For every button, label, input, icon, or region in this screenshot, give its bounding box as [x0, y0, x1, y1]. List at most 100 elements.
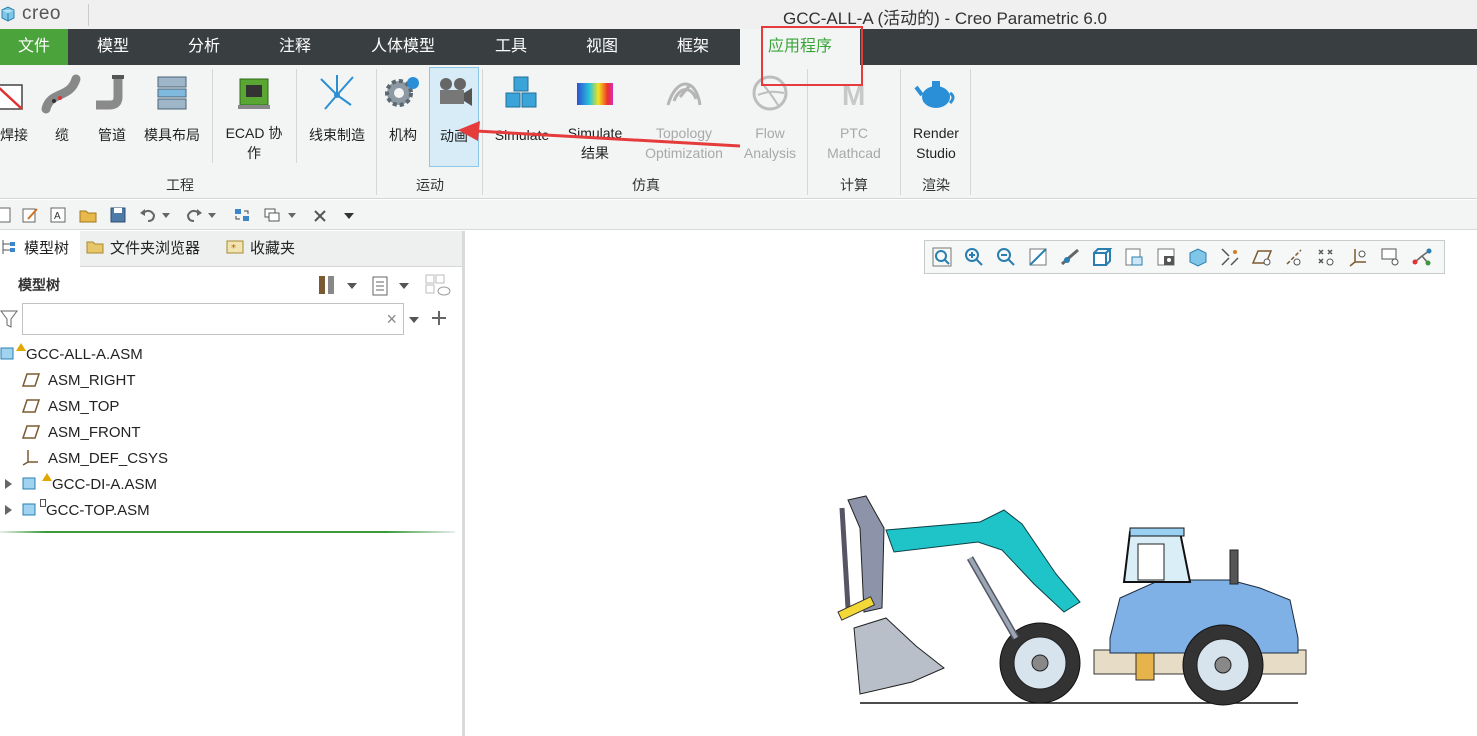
save-icon[interactable]: [108, 205, 128, 225]
cable-button[interactable]: 缆: [40, 67, 84, 169]
mechanism-label: 机构: [389, 127, 417, 143]
cable-icon: [41, 74, 81, 114]
render-studio-button[interactable]: Render Studio: [904, 67, 968, 169]
mold-layout-button[interactable]: 模具布局: [140, 67, 204, 169]
tab-annotate[interactable]: 注释: [258, 29, 332, 65]
tree-filter-hide-icon[interactable]: [424, 273, 452, 299]
tab-model[interactable]: 模型: [76, 29, 150, 65]
zoom-in-icon[interactable]: [963, 246, 985, 268]
edit-icon[interactable]: [20, 205, 40, 225]
tab-tools[interactable]: 工具: [474, 29, 548, 65]
undo-dropdown-icon[interactable]: [160, 205, 172, 225]
text-icon[interactable]: A: [48, 205, 68, 225]
group-separator: [212, 69, 213, 163]
annotation-highlight-box: [761, 26, 863, 86]
tree-item-asm-top[interactable]: ASM_TOP: [21, 395, 120, 419]
tree-item-asm-front[interactable]: ASM_FRONT: [21, 421, 141, 445]
spin-center-icon[interactable]: [1411, 246, 1433, 268]
plane-display-icon[interactable]: [1251, 246, 1273, 268]
search-dropdown-icon[interactable]: [408, 315, 420, 325]
datum-plane-icon: [21, 399, 41, 413]
title-bar: creo GCC-ALL-A (活动的) - Creo Parametric 6…: [0, 0, 1477, 29]
new-icon[interactable]: [0, 205, 14, 225]
close-window-icon[interactable]: [310, 205, 330, 225]
svg-text:A: A: [54, 211, 61, 222]
axis-display-icon[interactable]: [1283, 246, 1305, 268]
tab-favorites[interactable]: * 收藏夹: [226, 231, 316, 267]
add-filter-icon[interactable]: [430, 309, 448, 327]
simulate-button[interactable]: Simulate: [488, 67, 556, 169]
settings-dropdown-icon[interactable]: [346, 281, 358, 291]
render-label-1: Render: [913, 125, 959, 141]
redo-icon[interactable]: [184, 205, 204, 225]
tree-item-label: ASM_RIGHT: [48, 372, 136, 389]
piping-button[interactable]: 管道: [90, 67, 134, 169]
tree-item-label: GCC-DI-A.ASM: [52, 476, 157, 493]
animation-button[interactable]: 动画: [429, 67, 479, 167]
group-label-motion: 运动: [416, 177, 444, 193]
display-style-shaded-icon[interactable]: [1187, 246, 1209, 268]
view-manager-icon[interactable]: [1123, 246, 1145, 268]
tree-item-asm-right[interactable]: ASM_RIGHT: [21, 369, 136, 393]
tab-folder-browser[interactable]: 文件夹浏览器: [86, 231, 216, 267]
expand-arrow-icon[interactable]: [4, 479, 12, 489]
open-folder-icon[interactable]: [78, 205, 98, 225]
group-label-engineering: 工程: [166, 177, 194, 193]
group-label-compute: 计算: [840, 177, 868, 193]
expand-arrow-icon[interactable]: [4, 505, 12, 515]
undo-icon[interactable]: [138, 205, 158, 225]
saved-orientations-icon[interactable]: [1091, 246, 1113, 268]
tree-item-label: GCC-ALL-A.ASM: [26, 346, 143, 363]
ecad-icon: [238, 78, 270, 109]
tab-view[interactable]: 视图: [565, 29, 639, 65]
tree-item-asm-def-csys[interactable]: ASM_DEF_CSYS: [22, 447, 168, 471]
tab-file[interactable]: 文件: [0, 29, 68, 65]
group-label-render: 渲染: [922, 177, 950, 193]
tree-item-gcc-top[interactable]: GCC-TOP.ASM: [4, 499, 150, 523]
show-icon[interactable]: [370, 275, 392, 297]
customize-qat-icon[interactable]: [342, 205, 356, 225]
backhoe-loader-model[interactable]: [820, 488, 1320, 710]
redo-dropdown-icon[interactable]: [206, 205, 218, 225]
tab-framework[interactable]: 框架: [656, 29, 730, 65]
repaint-icon[interactable]: [1027, 246, 1049, 268]
tab-analysis[interactable]: 分析: [167, 29, 241, 65]
simulate-results-button[interactable]: Simulate 结果: [560, 67, 630, 169]
settings-tools-icon[interactable]: [316, 273, 338, 297]
simulate-results-label-1: Simulate: [567, 125, 623, 141]
film-camera-icon: [440, 78, 472, 106]
datum-display-icon[interactable]: [1219, 246, 1241, 268]
tree-item-root[interactable]: GCC-ALL-A.ASM: [0, 343, 143, 367]
clear-search-icon[interactable]: ×: [386, 309, 397, 330]
tree-item-label: ASM_TOP: [48, 398, 120, 415]
ecad-label-line2: 作: [247, 145, 261, 161]
tree-item-gcc-di[interactable]: GCC-DI-A.ASM: [4, 473, 157, 497]
animation-label: 动画: [440, 128, 468, 144]
csys-display-icon[interactable]: [1347, 246, 1369, 268]
display-style-icon[interactable]: [1155, 246, 1177, 268]
regenerate-icon[interactable]: [232, 205, 252, 225]
tab-manikin[interactable]: 人体模型: [356, 29, 450, 65]
topology-label-2: Optimization: [645, 145, 723, 161]
refit-icon[interactable]: [931, 246, 953, 268]
filter-icon[interactable]: [0, 309, 18, 329]
tab-model-tree-label: 模型树: [24, 240, 70, 257]
show-dropdown-icon[interactable]: [398, 281, 410, 291]
tab-model-tree[interactable]: 模型树: [0, 231, 80, 267]
simulate-results-label-2: 结果: [581, 145, 609, 161]
weld-button[interactable]: 焊接: [0, 67, 36, 169]
ecad-collab-button[interactable]: ECAD 协 作: [220, 67, 288, 169]
topology-optimization-button[interactable]: Topology Optimization: [634, 67, 734, 169]
quick-access-toolbar: A: [0, 200, 1477, 230]
annotation-display-icon[interactable]: [1379, 246, 1401, 268]
perspective-icon[interactable]: [1059, 246, 1081, 268]
windows-icon[interactable]: [262, 205, 282, 225]
harness-mfg-button[interactable]: 线束制造: [304, 67, 370, 169]
weld-icon: [0, 84, 23, 110]
point-display-icon[interactable]: [1315, 246, 1337, 268]
zoom-out-icon[interactable]: [995, 246, 1017, 268]
mechanism-button[interactable]: 机构: [380, 67, 426, 169]
tree-search-input[interactable]: ×: [22, 303, 404, 335]
windows-dropdown-icon[interactable]: [286, 205, 298, 225]
graphics-toolbar: [924, 240, 1445, 274]
